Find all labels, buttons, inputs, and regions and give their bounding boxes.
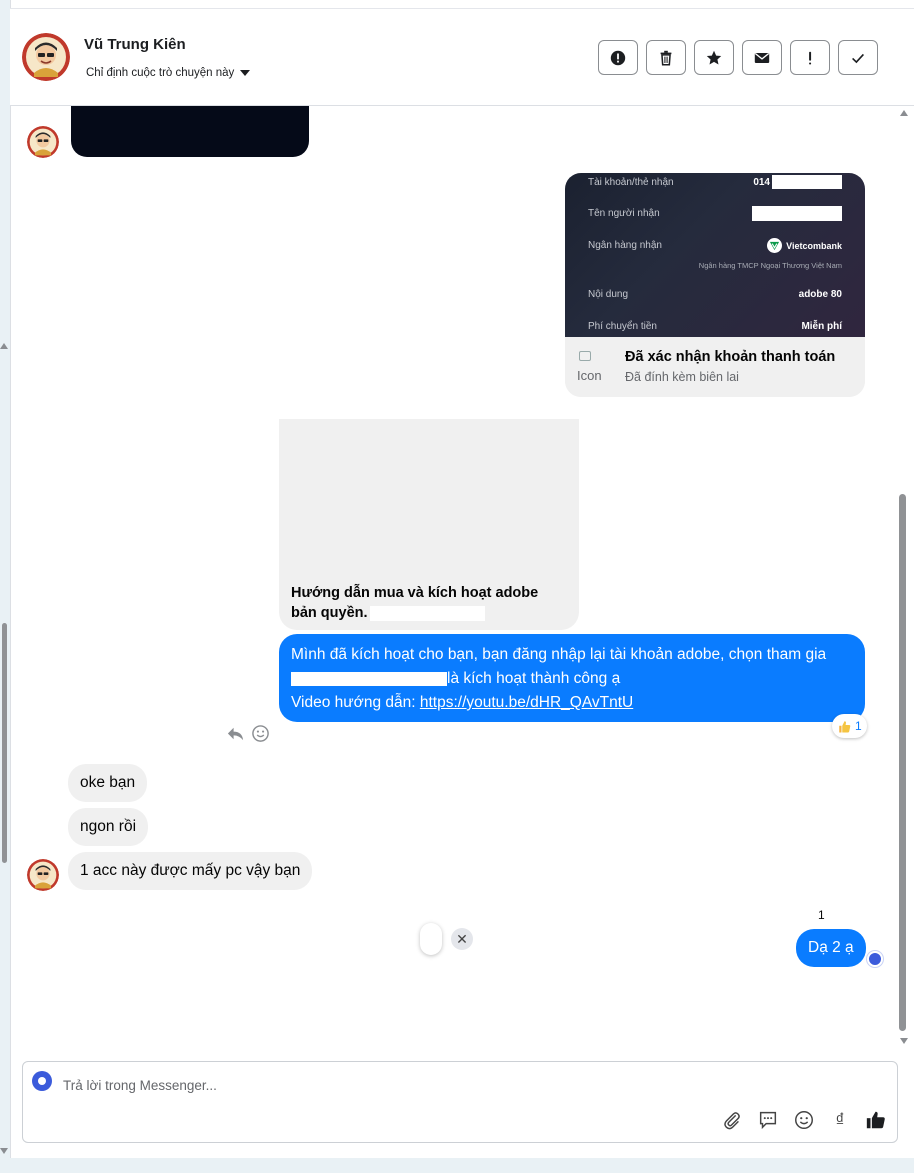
caret-down-icon [240,70,251,76]
sender-avatar [27,859,59,891]
receipt-row: Ngân hàng nhận Vietcombank [588,238,842,253]
close-icon[interactable]: ✕ [451,928,473,950]
header-actions [598,40,878,75]
redaction-box [752,206,842,221]
receipt-image: Tài khoản/thẻ nhận 014 Tên người nhận Ng… [565,173,865,337]
mail-icon [754,52,770,63]
image-attachment[interactable] [71,106,309,157]
reaction-count: 1 [855,719,862,733]
receipt-row: Tên người nhận [588,206,842,221]
message-hover-tools [226,724,270,743]
contact-name[interactable]: Vũ Trung Kiên [84,36,186,53]
outer-scrollbar[interactable] [2,623,7,863]
reaction-badge[interactable]: 1 [832,714,867,738]
seen-avatar [867,951,883,967]
scroll-up-arrow[interactable] [900,110,908,116]
vietcombank-logo-icon [767,238,783,253]
assign-label: Chỉ định cuộc trò chuyện này [86,67,235,79]
receipt-row-value: Miễn phí [801,321,842,332]
star-icon [706,50,722,64]
outgoing-message[interactable]: Mình đã kích hoạt cho bạn, bạn đăng nhập… [279,634,865,722]
page-avatar [32,1071,52,1091]
conversation-header: Vũ Trung Kiên Chỉ định cuộc trò chuyện n… [10,9,914,106]
outer-scroll-down-arrow[interactable] [0,1148,8,1154]
emoji-icon[interactable] [793,1109,815,1131]
seen-count: 1 [818,908,825,922]
shared-link-card[interactable]: Hướng dẫn mua và kích hoạt adobe bản quy… [279,419,579,630]
delete-button[interactable] [646,40,686,75]
outer-scroll-up-arrow[interactable] [0,343,8,349]
youtube-link[interactable]: https://youtu.be/dHR_QAvTntU [420,694,633,711]
receipt-row-label: Tên người nhận [588,208,660,219]
incoming-message[interactable]: 1 acc này được mấy pc vậy bạn [68,852,313,890]
trash-icon [660,50,672,66]
check-icon [852,53,864,63]
message-line: là kích hoạt thành công ạ [291,667,853,691]
broken-image-icon: Icon [577,351,611,385]
reply-icon[interactable] [226,724,245,743]
attachment-icon[interactable] [721,1109,743,1131]
redaction-box [772,175,842,189]
receipt-title: Đã xác nhận khoản thanh toán [625,349,836,365]
receipt-row-label: Phí chuyển tiền [588,321,657,332]
contact-avatar[interactable] [22,33,70,81]
composer-tools: ₫ [721,1109,887,1131]
payment-receipt-card[interactable]: Tài khoản/thẻ nhận 014 Tên người nhận Ng… [565,173,865,397]
message-line: Video hướng dẫn: https://youtu.be/dHR_QA… [291,694,634,711]
receipt-row: Tài khoản/thẻ nhận 014 [588,175,842,189]
incoming-message[interactable]: oke bạn [68,764,148,802]
bank-full-name: Ngân hàng TMCP Ngoại Thương Việt Nam [698,261,842,270]
reply-input[interactable] [63,1078,663,1093]
typing-indicator [420,923,442,955]
receipt-row-label: Ngân hàng nhận [588,240,662,251]
redaction-box [291,671,447,686]
incoming-message[interactable]: ngon rồi [68,808,149,846]
scroll-down-arrow[interactable] [900,1038,908,1044]
mark-spam-button[interactable] [598,40,638,75]
thumbs-up-emoji-icon [839,720,851,732]
mark-unread-button[interactable] [742,40,782,75]
shared-link-title: Hướng dẫn mua và kích hoạt adobe bản quy… [291,585,539,621]
receipt-subtitle: Đã đính kèm biên lai [625,370,739,384]
assign-conversation-dropdown[interactable]: Chỉ định cuộc trò chuyện này [86,67,251,79]
like-icon[interactable] [865,1109,887,1131]
sender-avatar [27,126,59,158]
receipt-footer: Icon Đã xác nhận khoản thanh toán Đã đín… [565,337,865,397]
receipt-row: Nội dung adobe 80 [588,289,842,300]
star-button[interactable] [694,40,734,75]
receipt-row-value: adobe 80 [798,289,842,300]
thread-scrollbar[interactable] [899,494,906,1031]
reply-composer: ₫ [22,1061,898,1143]
outgoing-message[interactable]: Dạ 2 ạ [796,929,866,967]
payment-request-icon[interactable]: ₫ [829,1110,851,1131]
mark-done-button[interactable] [838,40,878,75]
redaction-box [369,605,485,621]
important-icon [809,51,812,64]
emoji-react-icon[interactable] [251,724,270,743]
receipt-row: Phí chuyển tiền Miễn phí [588,321,842,332]
receipt-row-value: 014 [753,176,770,188]
saved-replies-icon[interactable] [757,1109,779,1131]
message-line: Mình đã kích hoạt cho bạn, bạn đăng nhập… [291,646,827,663]
mark-important-button[interactable] [790,40,830,75]
spam-icon [610,50,626,65]
receipt-row-value: Vietcombank [786,240,842,251]
receipt-row-label: Nội dung [588,289,629,300]
receipt-row-label: Tài khoản/thẻ nhận [588,176,674,188]
